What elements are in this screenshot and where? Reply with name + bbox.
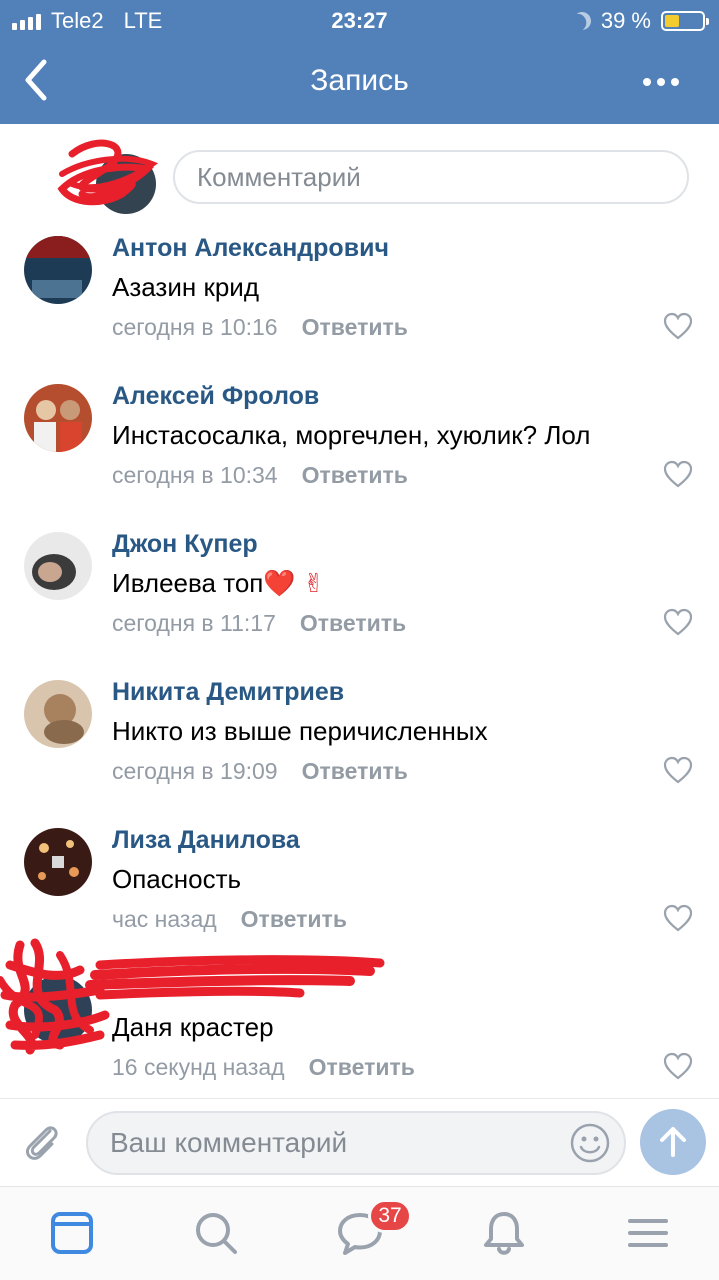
- comment-text: Опасность: [112, 864, 242, 894]
- heart-icon[interactable]: [663, 312, 693, 342]
- comment-item: Антон Александрович Азазин крид сегодня …: [0, 228, 719, 376]
- comment-input[interactable]: Ваш комментарий: [86, 1111, 626, 1175]
- top-comment-composer: Комментарий: [0, 124, 719, 224]
- reply-button[interactable]: Ответить: [302, 758, 408, 785]
- reply-button[interactable]: Ответить: [302, 462, 408, 489]
- comment-author[interactable]: Никита Демитриев: [112, 678, 344, 707]
- reply-button[interactable]: Ответить: [302, 314, 408, 341]
- comment-text: Ивлеева топ❤️ ✌: [112, 568, 325, 599]
- avatar[interactable]: [24, 384, 92, 452]
- comment-text: Азазин крид: [112, 272, 259, 302]
- comment-item: Лиза Данилова Опасность час назад Ответи…: [0, 820, 719, 968]
- avatar[interactable]: [24, 828, 92, 896]
- moon-icon: [570, 9, 593, 32]
- nav-bar: Запись: [0, 40, 719, 124]
- avatar[interactable]: [24, 680, 92, 748]
- smile-icon[interactable]: [570, 1123, 610, 1163]
- comment-time: сегодня в 10:16: [112, 314, 278, 340]
- avatar[interactable]: [24, 532, 92, 600]
- heart-icon[interactable]: [663, 1052, 693, 1082]
- header-bar: Tele2 LTE 23:27 39 % Запись: [0, 0, 719, 124]
- dot-icon: [671, 78, 679, 86]
- battery-percent: 39 %: [600, 8, 651, 33]
- reply-button[interactable]: Ответить: [300, 610, 406, 637]
- comment-input[interactable]: Комментарий: [173, 150, 689, 204]
- page-title: Запись: [310, 64, 409, 97]
- heart-icon[interactable]: [663, 904, 693, 934]
- heart-icon[interactable]: [663, 460, 693, 490]
- status-bar: Tele2 LTE 23:27 39 %: [0, 0, 719, 40]
- comment-text: Даня крастер: [112, 1012, 274, 1042]
- comment-time: час назад: [112, 906, 217, 932]
- tab-notifications-icon[interactable]: [480, 1209, 528, 1257]
- dot-icon: [657, 78, 665, 86]
- battery-icon: [661, 11, 709, 31]
- tab-news-icon[interactable]: [48, 1209, 96, 1257]
- avatar[interactable]: [24, 236, 92, 304]
- comment-text: Никто из выше перичисленных: [112, 716, 488, 746]
- heart-icon[interactable]: [663, 608, 693, 638]
- arrow-up-icon: [660, 1127, 686, 1157]
- comment-input-placeholder: Комментарий: [197, 161, 361, 192]
- comment-item: Никита Демитриев Никто из выше перичисле…: [0, 672, 719, 820]
- comment-author[interactable]: Антон Александрович: [112, 234, 389, 263]
- comment-item: Джон Купер Ивлеева топ❤️ ✌ сегодня в 11:…: [0, 524, 719, 672]
- comment-text: Инстасосалка, моргечлен, хуюлик? Лол: [112, 420, 591, 450]
- comment-item: Даня крастер 16 секунд назад Ответить: [0, 968, 719, 1116]
- comment-item: Алексей Фролов Инстасосалка, моргечлен, …: [0, 376, 719, 524]
- my-avatar: [96, 154, 156, 214]
- comment-author[interactable]: Лиза Данилова: [112, 826, 300, 855]
- comment-time: сегодня в 10:34: [112, 462, 278, 488]
- more-options-button[interactable]: [643, 78, 679, 86]
- send-button[interactable]: [640, 1109, 706, 1175]
- comment-time: 16 секунд назад: [112, 1054, 285, 1080]
- comment-input-placeholder: Ваш комментарий: [110, 1127, 348, 1158]
- paperclip-icon[interactable]: [20, 1119, 64, 1163]
- reply-button[interactable]: Ответить: [241, 906, 347, 933]
- messages-badge: 37: [368, 1199, 412, 1233]
- heart-victory-emoji: ❤️ ✌: [263, 568, 325, 598]
- tab-search-icon[interactable]: [192, 1209, 240, 1257]
- comment-author[interactable]: Джон Купер: [112, 530, 258, 559]
- reply-button[interactable]: Ответить: [309, 1054, 415, 1081]
- avatar[interactable]: [24, 976, 92, 1044]
- bottom-comment-composer: Ваш комментарий: [0, 1098, 719, 1186]
- tab-bar: 37: [0, 1186, 719, 1280]
- comment-time: сегодня в 11:17: [112, 610, 276, 636]
- tab-menu-icon[interactable]: [624, 1209, 672, 1257]
- comment-author[interactable]: Алексей Фролов: [112, 382, 319, 411]
- comment-time: сегодня в 19:09: [112, 758, 278, 784]
- comment-text-body: Ивлеева топ: [112, 568, 264, 598]
- dot-icon: [643, 78, 651, 86]
- heart-icon[interactable]: [663, 756, 693, 786]
